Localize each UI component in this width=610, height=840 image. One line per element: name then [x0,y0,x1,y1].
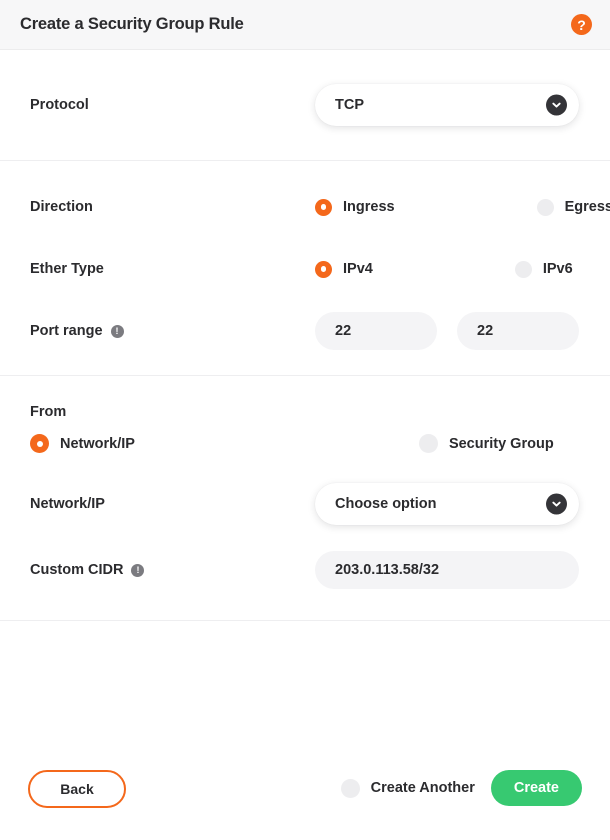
port-range-to-input[interactable] [457,312,579,350]
section-rule-attributes: Direction Ingress Egress Ether Type IPv4… [0,161,610,375]
direction-radio-group: Ingress Egress [315,198,610,216]
info-icon-glyph: ! [136,564,140,575]
dialog-body: Protocol TCP Direction Ingress Egress Et… [0,50,610,621]
custom-cidr-input[interactable] [315,551,579,589]
chevron-down-icon[interactable] [546,493,567,515]
network-ip-select[interactable]: Choose option [315,483,579,525]
network-ip-select-value: Choose option [335,496,437,512]
row-protocol: Protocol TCP [30,84,580,126]
radio-dot-icon [315,198,332,216]
create-security-group-rule-dialog: Create a Security Group Rule ? Protocol … [0,0,610,840]
radio-from-security-group-label: Security Group [448,435,554,452]
radio-ether-type-ipv6[interactable]: IPv6 [514,260,573,278]
protocol-select-value: TCP [335,97,364,113]
radio-dot-icon [536,198,554,216]
protocol-field-area: TCP [315,84,580,126]
info-icon[interactable]: ! [131,563,145,577]
create-another-label: Create Another [370,780,475,796]
custom-cidr-label-text: Custom CIDR [30,562,124,578]
info-icon-glyph: ! [115,325,119,336]
radio-direction-ingress-label: Ingress [343,199,395,215]
port-range-from-input[interactable] [315,312,437,350]
radio-from-network-ip[interactable]: Network/IP [30,434,135,453]
radio-ether-type-ipv4[interactable]: IPv4 [315,260,373,278]
custom-cidr-field-area [315,551,580,589]
from-radio-group: Network/IP Security Group [30,434,580,453]
row-network-ip: Network/IP Choose option [30,483,580,525]
ether-type-field-area: IPv4 IPv6 [315,260,580,278]
radio-ether-type-ipv6-label: IPv6 [542,261,573,277]
row-direction: Direction Ingress Egress [30,187,610,227]
chevron-down-icon[interactable] [546,94,567,116]
radio-direction-egress[interactable]: Egress [536,198,610,216]
section-from: From Network/IP Security Group Network/I… [0,376,610,620]
row-port-range: Port range ! [30,311,580,351]
section-protocol: Protocol TCP [0,50,610,160]
radio-dot-icon [340,778,360,798]
divider-3 [0,620,610,621]
dialog-footer: Back Create Another Create [0,738,610,840]
network-ip-label: Network/IP [30,496,105,512]
protocol-label: Protocol [30,97,89,113]
port-range-field-area [315,312,580,350]
protocol-select[interactable]: TCP [315,84,579,126]
direction-label: Direction [30,199,93,215]
help-circle-icon[interactable]: ? [571,14,592,35]
row-custom-cidr: Custom CIDR ! [30,550,580,590]
dialog-header: Create a Security Group Rule ? [0,0,610,50]
radio-dot-icon [514,260,532,278]
create-button[interactable]: Create [490,770,582,806]
radio-dot-icon [418,434,438,453]
radio-ether-type-ipv4-label: IPv4 [343,261,373,277]
row-ether-type: Ether Type IPv4 IPv6 [30,249,580,289]
from-title: From [30,404,67,420]
radio-dot-icon [30,434,49,453]
port-range-label: Port range ! [30,323,315,339]
radio-direction-ingress[interactable]: Ingress [315,198,395,216]
radio-create-another[interactable]: Create Another [340,778,475,798]
ether-type-label: Ether Type [30,261,104,277]
network-ip-field-area: Choose option [315,483,580,525]
radio-direction-egress-label: Egress [564,199,610,215]
ether-type-radio-group: IPv4 IPv6 [315,260,573,278]
radio-from-network-ip-label: Network/IP [60,435,135,452]
back-button[interactable]: Back [28,770,126,808]
port-range-label-text: Port range [30,323,103,339]
radio-from-security-group[interactable]: Security Group [418,434,554,453]
footer-actions: Create Another Create [340,770,582,808]
direction-field-area: Ingress Egress [315,198,610,216]
info-icon[interactable]: ! [110,324,124,338]
radio-dot-icon [315,260,332,278]
custom-cidr-label: Custom CIDR ! [30,562,315,578]
page-title: Create a Security Group Rule [20,15,244,33]
help-icon-glyph: ? [577,16,586,33]
